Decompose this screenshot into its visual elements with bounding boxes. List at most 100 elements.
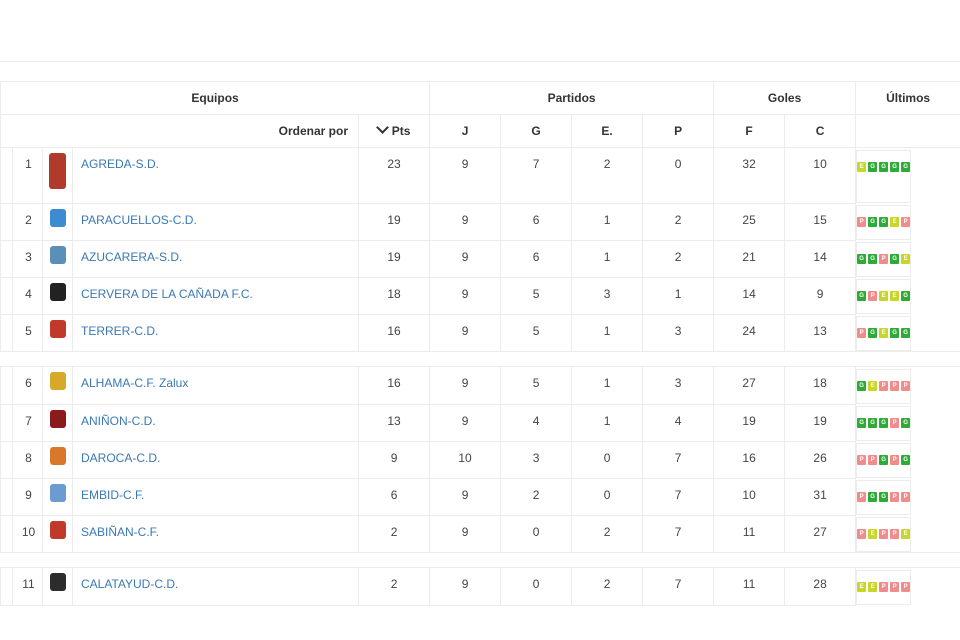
table-row[interactable]: 2 PARACUELLOS-C.D. 19 9 6 1 2 25 15 P G G E P <box>0 202 960 241</box>
team-name-cell[interactable]: CALATAYUD-C.D. <box>72 567 359 606</box>
g-cell: 4 <box>500 403 573 442</box>
f-header[interactable]: F <box>713 114 786 148</box>
e-cell: 2 <box>571 514 644 553</box>
table-row[interactable]: 5 TERRER-C.D. 16 9 5 1 3 24 13 P G E G G <box>0 313 960 352</box>
form-cell: GGGPG <box>856 406 912 441</box>
team-link[interactable]: SABIÑAN-C.F. <box>81 525 159 539</box>
crest-cell <box>42 440 73 479</box>
table-row[interactable]: 10 SABIÑAN-C.F. 2 9 0 2 7 11 27 P E P P E <box>0 514 960 553</box>
p-cell: 0 <box>642 147 715 204</box>
j-cell: 9 <box>429 567 502 606</box>
form-result-badge: E <box>879 291 889 301</box>
f-cell: 19 <box>713 403 786 442</box>
c-cell: 31 <box>784 477 857 516</box>
form-result-badge: G <box>901 328 911 338</box>
team-link[interactable]: DAROCA-C.D. <box>81 451 160 465</box>
form-cell: PPGPG <box>856 443 912 478</box>
table-row[interactable]: 1 AGREDA-S.D. 23 9 7 2 0 32 10 E G G G G <box>0 147 960 204</box>
team-link[interactable]: ALHAMA-C.F. Zalux <box>81 376 188 390</box>
sort-pts-button[interactable]: Pts <box>357 114 431 148</box>
table-row[interactable]: 6 ALHAMA-C.F. Zalux 16 9 5 1 3 27 18 G E P P P <box>0 366 960 405</box>
chevron-down-icon <box>375 121 389 134</box>
left-spacer <box>0 202 13 241</box>
table-row[interactable]: 11 CALATAYUD-C.D. 2 9 0 2 7 11 28 E E P P P <box>0 567 960 606</box>
team-name-cell[interactable]: AGREDA-S.D. <box>72 147 359 204</box>
p-cell: 3 <box>642 366 715 405</box>
ordenar-label: Ordenar por <box>0 114 359 148</box>
team-name-cell[interactable]: AZUCARERA-S.D. <box>72 239 359 278</box>
form-result-badge: E <box>868 381 878 391</box>
crest-cell <box>42 239 73 278</box>
form-result-badge: G <box>857 291 867 301</box>
form-result-badge: P <box>890 492 900 502</box>
g-header[interactable]: G <box>500 114 573 148</box>
form-result-badge: G <box>879 492 889 502</box>
paracuellos-crest-icon <box>49 208 66 227</box>
form-result-badge: P <box>857 217 867 227</box>
team-link[interactable]: TERRER-C.D. <box>81 324 158 338</box>
table-row[interactable]: 7 ANIÑON-C.D. 13 9 4 1 4 19 19 G G G P G <box>0 403 960 442</box>
form-cell: GGPGE <box>856 242 912 277</box>
form-result-badge: G <box>857 418 867 428</box>
crest-cell <box>42 366 73 405</box>
team-link[interactable]: AZUCARERA-S.D. <box>81 250 182 264</box>
form-result-badge: E <box>890 291 900 301</box>
table-row[interactable]: 8 DAROCA-C.D. 9 10 3 0 7 16 26 P P G P G <box>0 440 960 479</box>
recent-form: GGPGE <box>857 254 911 276</box>
team-name-cell[interactable]: SABIÑAN-C.F. <box>72 514 359 553</box>
team-name-cell[interactable]: ALHAMA-C.F. Zalux <box>72 366 359 405</box>
c-cell: 26 <box>784 440 857 479</box>
position-cell: 7 <box>12 403 43 442</box>
recent-form: GGGPG <box>857 418 911 440</box>
form-result-badge: E <box>857 582 867 592</box>
p-header[interactable]: P <box>642 114 715 148</box>
table-row[interactable]: 9 EMBID-C.F. 6 9 2 0 7 10 31 P G G P P <box>0 477 960 516</box>
position-cell: 5 <box>12 313 43 352</box>
team-link[interactable]: CERVERA DE LA CAÑADA F.C. <box>81 287 253 301</box>
e-cell: 0 <box>571 440 644 479</box>
team-name-cell[interactable]: DAROCA-C.D. <box>72 440 359 479</box>
j-header[interactable]: J <box>429 114 502 148</box>
table-row[interactable]: 3 AZUCARERA-S.D. 19 9 6 1 2 21 14 G G P G E <box>0 239 960 278</box>
f-cell: 11 <box>713 567 786 606</box>
form-cell: EGGGG <box>856 150 912 203</box>
team-name-cell[interactable]: EMBID-C.F. <box>72 477 359 516</box>
c-cell: 9 <box>784 276 857 315</box>
recent-form: PEPPE <box>857 529 911 551</box>
form-result-badge: G <box>868 328 878 338</box>
left-spacer <box>0 366 13 405</box>
aninon-crest-icon <box>49 409 66 428</box>
g-cell: 5 <box>500 313 573 352</box>
g-cell: 0 <box>500 514 573 553</box>
form-result-badge: G <box>857 254 867 264</box>
form-result-badge: P <box>857 529 867 539</box>
form-header <box>855 114 960 148</box>
team-link[interactable]: AGREDA-S.D. <box>81 157 159 171</box>
terrer-crest-icon <box>49 319 66 338</box>
c-cell: 18 <box>784 366 857 405</box>
form-result-badge: P <box>901 217 911 227</box>
team-link[interactable]: ANIÑON-C.D. <box>81 414 156 428</box>
team-link[interactable]: CALATAYUD-C.D. <box>81 577 178 591</box>
team-name-cell[interactable]: TERRER-C.D. <box>72 313 359 352</box>
table-row[interactable]: 4 CERVERA DE LA CAÑADA F.C. 18 9 5 3 1 14 9 G P E E G <box>0 276 960 315</box>
team-name-cell[interactable]: CERVERA DE LA CAÑADA F.C. <box>72 276 359 315</box>
team-name-cell[interactable]: ANIÑON-C.D. <box>72 403 359 442</box>
team-name-cell[interactable]: PARACUELLOS-C.D. <box>72 202 359 241</box>
e-header[interactable]: E. <box>571 114 644 148</box>
c-header[interactable]: C <box>784 114 857 148</box>
g-cell: 2 <box>500 477 573 516</box>
pts-cell: 2 <box>357 567 431 606</box>
team-link[interactable]: EMBID-C.F. <box>81 488 144 502</box>
position-cell: 6 <box>12 366 43 405</box>
e-cell: 0 <box>571 477 644 516</box>
team-link[interactable]: PARACUELLOS-C.D. <box>81 213 197 227</box>
form-result-badge: P <box>890 418 900 428</box>
form-result-badge: G <box>879 162 889 172</box>
form-result-badge: G <box>901 291 911 301</box>
form-result-badge: G <box>879 455 889 465</box>
pts-cell: 9 <box>357 440 431 479</box>
c-cell: 14 <box>784 239 857 278</box>
form-result-badge: P <box>879 529 889 539</box>
form-result-badge: P <box>879 254 889 264</box>
